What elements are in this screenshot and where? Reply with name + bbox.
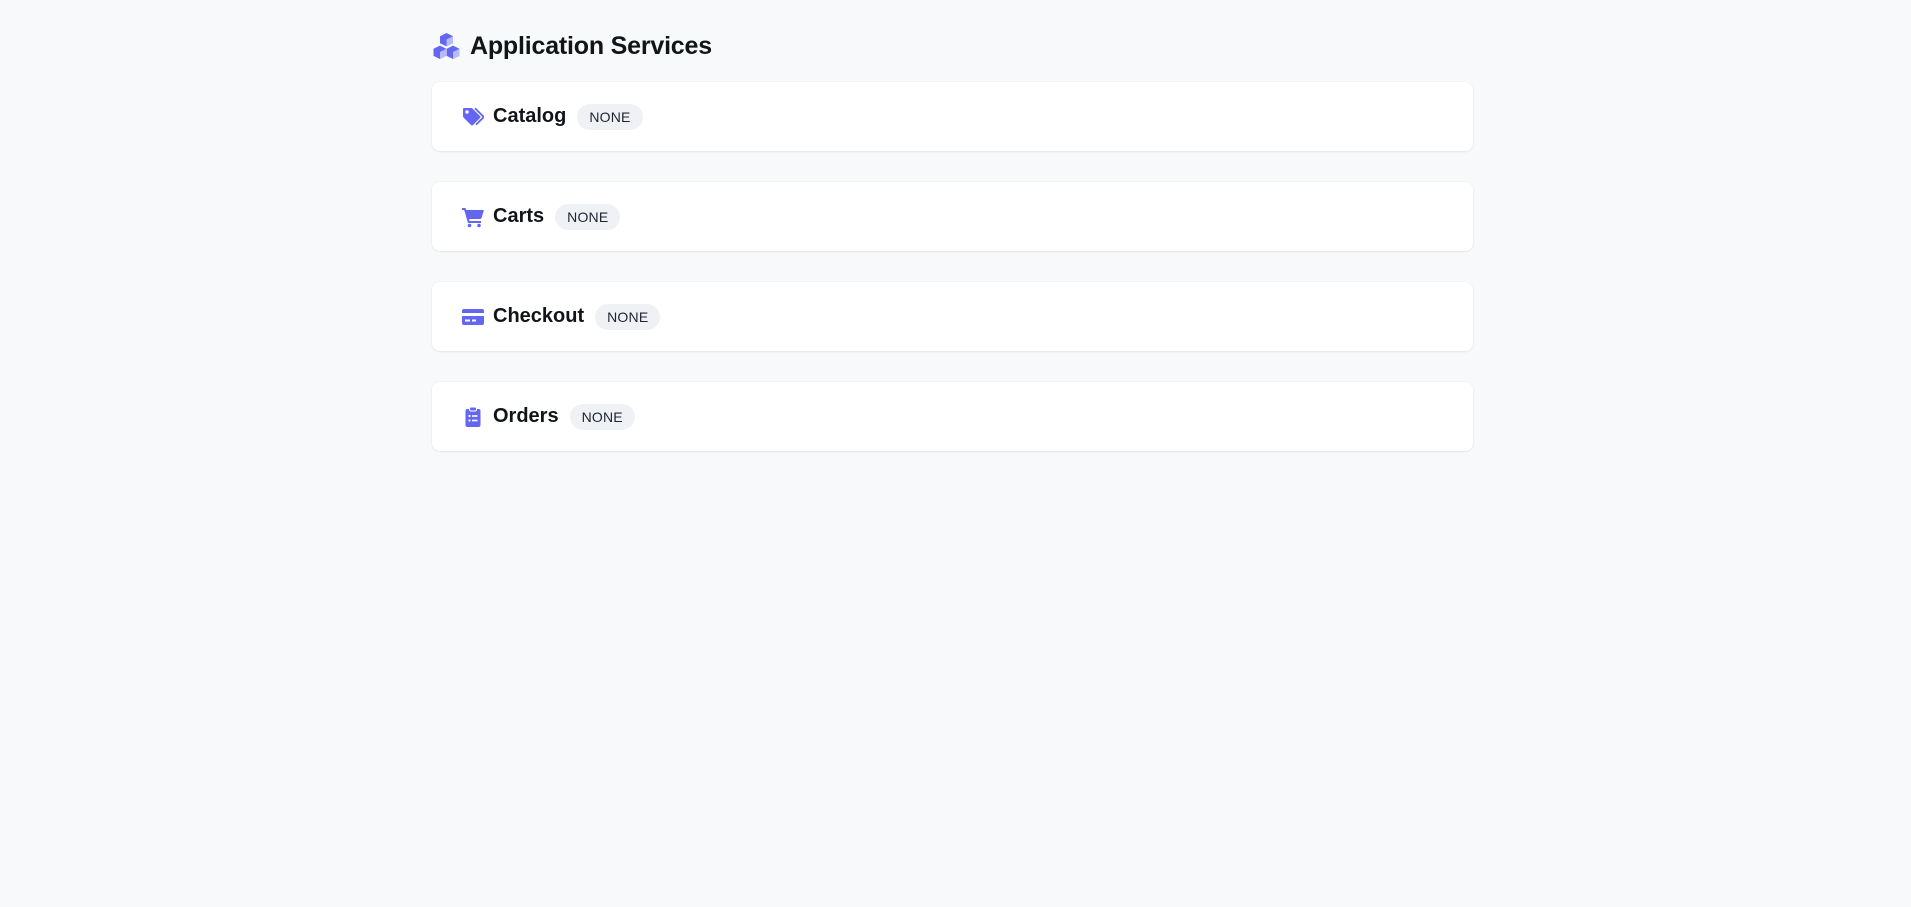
- status-badge: NONE: [577, 103, 643, 130]
- service-card-orders[interactable]: Orders NONE: [432, 382, 1473, 451]
- page-title: Application Services: [470, 31, 712, 60]
- page-header: Application Services: [432, 24, 1473, 68]
- service-name: Carts: [493, 205, 545, 227]
- service-list: Catalog NONE Carts NONE Checkout NONE Or…: [432, 82, 1473, 451]
- service-card-catalog[interactable]: Catalog NONE: [432, 82, 1473, 151]
- clipboard-list-icon: [461, 405, 485, 429]
- service-card-checkout[interactable]: Checkout NONE: [432, 282, 1473, 351]
- status-badge: NONE: [569, 403, 635, 430]
- status-badge: NONE: [555, 203, 621, 230]
- credit-card-icon: [461, 305, 485, 329]
- page: Application Services Catalog NONE Carts …: [432, 0, 1473, 482]
- service-card-carts[interactable]: Carts NONE: [432, 182, 1473, 251]
- service-name: Orders: [493, 405, 559, 427]
- status-badge: NONE: [595, 303, 661, 330]
- cubes-icon: [432, 32, 461, 60]
- service-name: Checkout: [493, 305, 585, 327]
- tags-icon: [461, 105, 485, 129]
- cart-icon: [461, 205, 485, 229]
- service-name: Catalog: [493, 105, 567, 127]
